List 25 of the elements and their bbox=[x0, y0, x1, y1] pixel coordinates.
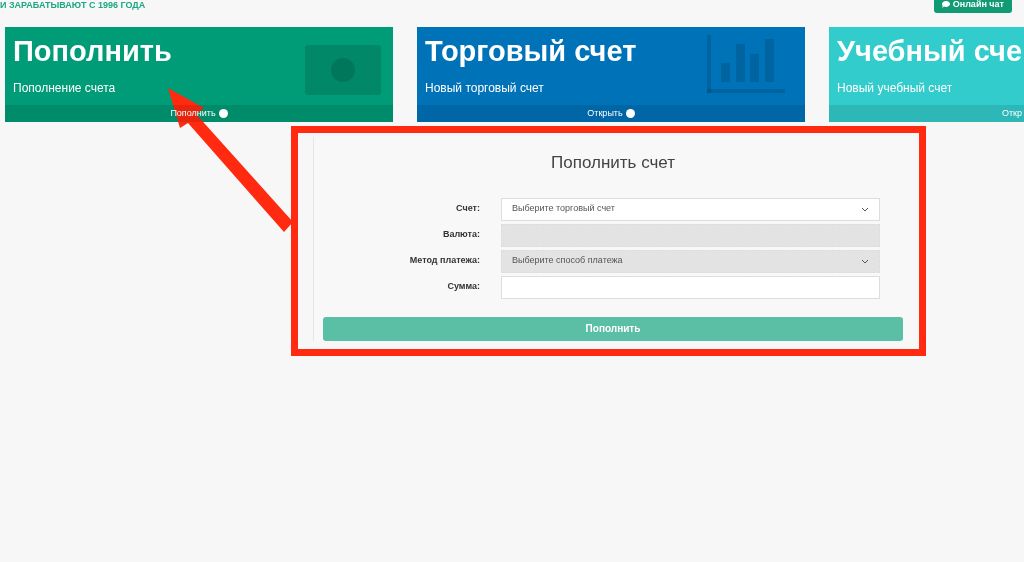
speech-bubble-icon bbox=[941, 1, 950, 8]
form-title: Пополнить счет bbox=[551, 152, 675, 174]
card-title: Торговый счет bbox=[425, 35, 637, 67]
card-title: Пополнить bbox=[13, 35, 172, 67]
bar-chart-icon bbox=[707, 35, 785, 93]
field-label: Метод платежа: bbox=[408, 254, 481, 268]
input-field[interactable] bbox=[501, 275, 880, 299]
select-placeholder: Выберите торговый счет bbox=[512, 202, 615, 216]
chevron-down-icon bbox=[861, 206, 869, 212]
select-field[interactable]: Выберите торговый счет bbox=[501, 197, 880, 221]
card-subtitle: Пополнение счета bbox=[13, 80, 117, 97]
card-footer-link[interactable]: Открыть bbox=[417, 105, 805, 122]
online-chat-button[interactable]: Онлайн чат bbox=[933, 0, 1012, 13]
tagline: И ЗАРАБАТЫВАЮТ С 1996 ГОДА bbox=[0, 0, 146, 10]
field-label: Сумма: bbox=[446, 280, 481, 294]
card-subtitle: Новый учебный счет bbox=[837, 80, 954, 97]
select-placeholder: Выберите способ платежа bbox=[512, 254, 623, 268]
chevron-down-icon bbox=[861, 258, 869, 264]
card-title: Учебный сче bbox=[837, 35, 1023, 67]
banknote-icon bbox=[305, 45, 381, 95]
submit-button[interactable]: Пополнить bbox=[323, 316, 903, 341]
field-label: Счет: bbox=[455, 202, 481, 216]
card-subtitle: Новый торговый счет bbox=[425, 80, 545, 97]
field-label: Валюта: bbox=[441, 228, 481, 242]
card-footer-link[interactable]: Откр bbox=[829, 105, 1024, 122]
